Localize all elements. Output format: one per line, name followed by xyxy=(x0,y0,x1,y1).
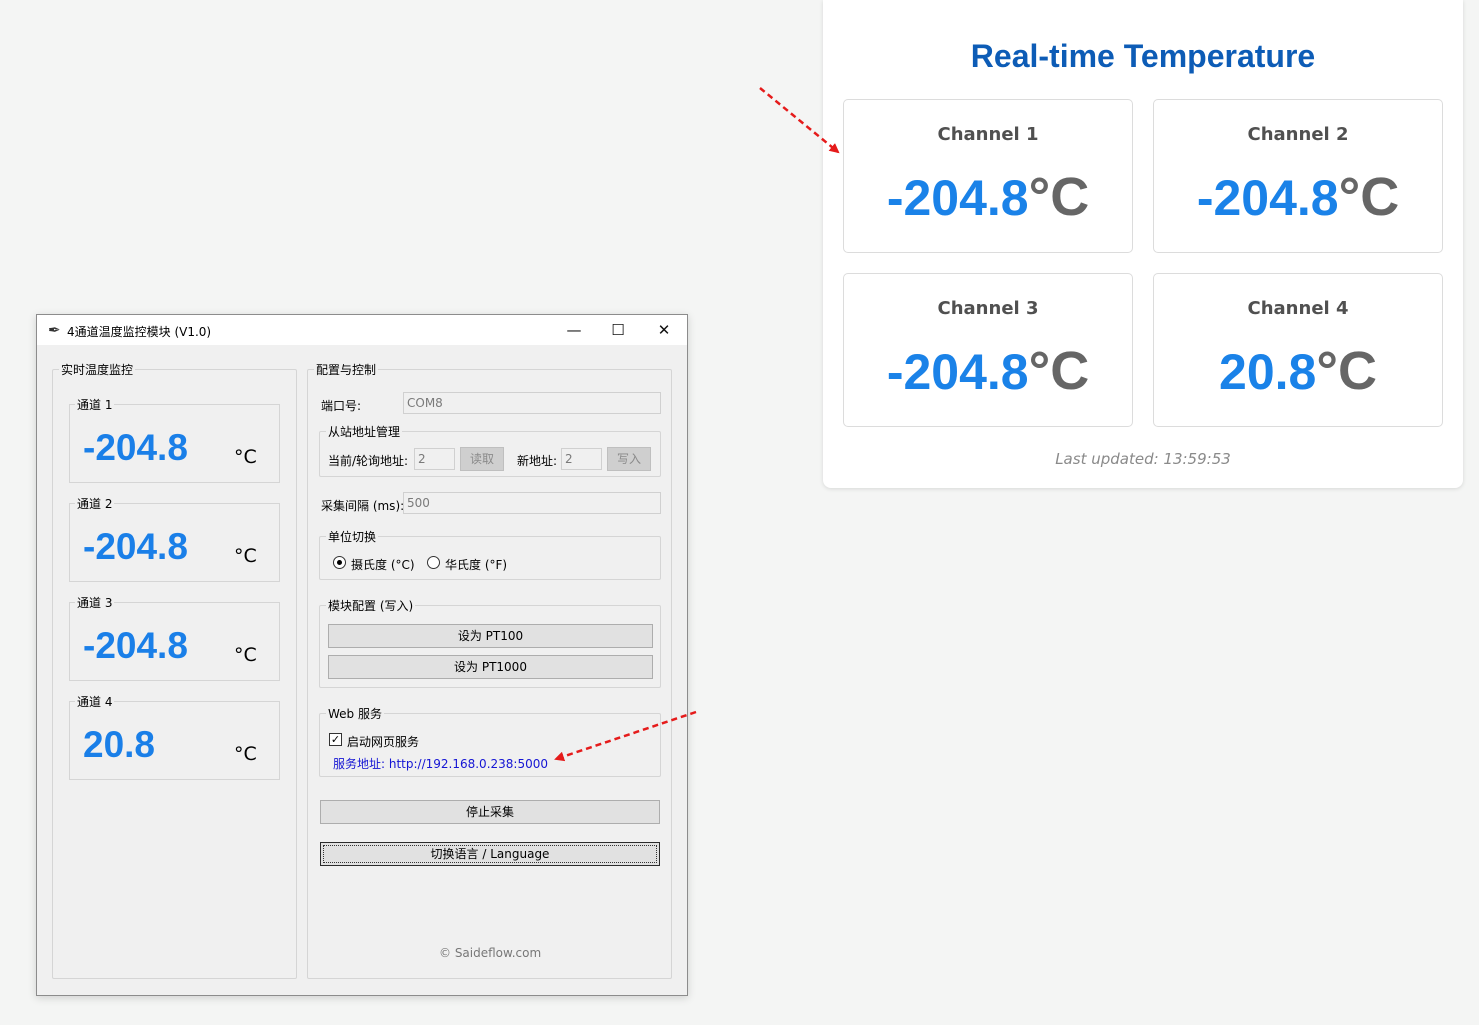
web-service-group: Web 服务 ✓ 启动网页服务 服务地址: http://192.168.0.2… xyxy=(319,705,661,777)
slave-address-group: 从站地址管理 当前/轮询地址: 2 读取 新地址: 2 写入 xyxy=(319,423,661,477)
module-config-group: 模块配置 (写入) 设为 PT100 设为 PT1000 xyxy=(319,597,661,688)
set-pt100-button[interactable]: 设为 PT100 xyxy=(328,624,653,648)
feather-icon: ✒ xyxy=(48,321,61,339)
web-channel-card-4: Channel 4 20.8°C xyxy=(1153,273,1443,427)
web-channel-name: Channel 1 xyxy=(937,124,1039,145)
monitor-channel-value: -204.8 xyxy=(83,526,188,567)
slave-address-group-label: 从站地址管理 xyxy=(326,423,403,440)
port-field[interactable]: COM8 xyxy=(403,392,661,414)
monitor-channel-2: 通道 2 -204.8 °C xyxy=(69,495,280,582)
celsius-label[interactable]: 摄氏度 (°C) xyxy=(351,556,415,573)
title-bar[interactable]: ✒ 4通道温度监控模块 (V1.0) — ☐ ✕ xyxy=(37,315,687,345)
web-channel-unit: °C xyxy=(1028,167,1090,227)
web-channel-value: -204.8 xyxy=(1196,170,1339,226)
copyright-text: © Saideflow.com xyxy=(439,946,542,960)
monitor-channel-label: 通道 1 xyxy=(75,396,115,413)
config-group: 配置与控制 端口号: COM8 从站地址管理 当前/轮询地址: 2 读取 新地址… xyxy=(307,361,672,979)
window-title: 4通道温度监控模块 (V1.0) xyxy=(67,325,212,339)
monitor-channel-3: 通道 3 -204.8 °C xyxy=(69,594,280,681)
monitor-channel-unit: °C xyxy=(234,545,257,567)
monitor-group: 实时温度监控 通道 1 -204.8 °C 通道 2 -204.8 °C 通道 … xyxy=(52,361,297,979)
web-channel-reading: -204.8°C xyxy=(844,166,1132,228)
new-address-label: 新地址: xyxy=(517,454,558,468)
web-channel-value: -204.8 xyxy=(886,344,1029,400)
close-button[interactable]: ✕ xyxy=(641,315,687,345)
set-pt1000-button[interactable]: 设为 PT1000 xyxy=(328,655,653,679)
monitor-channel-label: 通道 2 xyxy=(75,495,115,512)
monitor-channel-label: 通道 3 xyxy=(75,594,115,611)
web-channel-name: Channel 2 xyxy=(1247,124,1349,145)
current-address-label: 当前/轮询地址: xyxy=(328,454,409,468)
port-label: 端口号: xyxy=(321,399,362,413)
celsius-radio[interactable] xyxy=(333,556,346,569)
web-channel-value: -204.8 xyxy=(886,170,1029,226)
enable-web-label[interactable]: 启动网页服务 xyxy=(347,733,419,750)
last-updated-text: Last updated: 13:59:53 xyxy=(1055,450,1231,468)
web-channel-card-3: Channel 3 -204.8°C xyxy=(843,273,1133,427)
interval-field[interactable]: 500 xyxy=(403,492,661,514)
monitor-channel-1: 通道 1 -204.8 °C xyxy=(69,396,280,483)
maximize-button[interactable]: ☐ xyxy=(595,315,641,345)
web-channel-unit: °C xyxy=(1316,341,1377,401)
switch-language-button[interactable]: 切换语言 / Language xyxy=(320,842,660,866)
unit-switch-group: 单位切换 摄氏度 (°C) 华氏度 (°F) xyxy=(319,528,661,580)
fahrenheit-radio[interactable] xyxy=(427,556,440,569)
enable-web-checkbox[interactable]: ✓ xyxy=(329,733,342,746)
web-channel-card-1: Channel 1 -204.8°C xyxy=(843,99,1133,253)
monitor-channel-label: 通道 4 xyxy=(75,693,115,710)
app-window: ✒ 4通道温度监控模块 (V1.0) — ☐ ✕ 实时温度监控 通道 1 -20… xyxy=(36,314,688,996)
config-group-label: 配置与控制 xyxy=(314,361,379,378)
web-channel-card-2: Channel 2 -204.8°C xyxy=(1153,99,1443,253)
monitor-channel-value: 20.8 xyxy=(83,724,156,765)
web-dashboard-card: Real-time Temperature Channel 1 -204.8°C… xyxy=(823,0,1463,488)
web-channel-reading: 20.8°C xyxy=(1154,340,1442,402)
web-channel-unit: °C xyxy=(1338,167,1400,227)
unit-switch-group-label: 单位切换 xyxy=(326,528,379,545)
web-channel-name: Channel 3 xyxy=(937,298,1039,319)
web-service-group-label: Web 服务 xyxy=(326,705,384,722)
monitor-channel-unit: °C xyxy=(234,446,257,468)
minimize-button[interactable]: — xyxy=(551,315,597,345)
write-button[interactable]: 写入 xyxy=(607,447,651,471)
current-address-field[interactable]: 2 xyxy=(414,448,455,470)
monitor-channel-unit: °C xyxy=(234,644,257,666)
monitor-channel-unit: °C xyxy=(234,743,257,765)
service-address-link[interactable]: 服务地址: http://192.168.0.238:5000 xyxy=(333,755,548,772)
web-channel-unit: °C xyxy=(1028,341,1090,401)
monitor-group-label: 实时温度监控 xyxy=(59,361,136,378)
interval-label: 采集间隔 (ms): xyxy=(321,499,405,513)
web-channel-name: Channel 4 xyxy=(1247,298,1349,319)
fahrenheit-label[interactable]: 华氏度 (°F) xyxy=(445,556,507,573)
monitor-channel-4: 通道 4 20.8 °C xyxy=(69,693,280,780)
web-channel-reading: -204.8°C xyxy=(844,340,1132,402)
monitor-channel-value: -204.8 xyxy=(83,625,188,666)
read-button[interactable]: 读取 xyxy=(460,447,504,471)
web-title: Real-time Temperature xyxy=(970,38,1316,74)
module-config-group-label: 模块配置 (写入) xyxy=(326,597,416,614)
web-channel-reading: -204.8°C xyxy=(1154,166,1442,228)
monitor-channel-value: -204.8 xyxy=(83,427,188,468)
web-channel-value: 20.8 xyxy=(1219,344,1317,400)
stop-collection-button[interactable]: 停止采集 xyxy=(320,800,660,824)
new-address-field[interactable]: 2 xyxy=(561,448,602,470)
